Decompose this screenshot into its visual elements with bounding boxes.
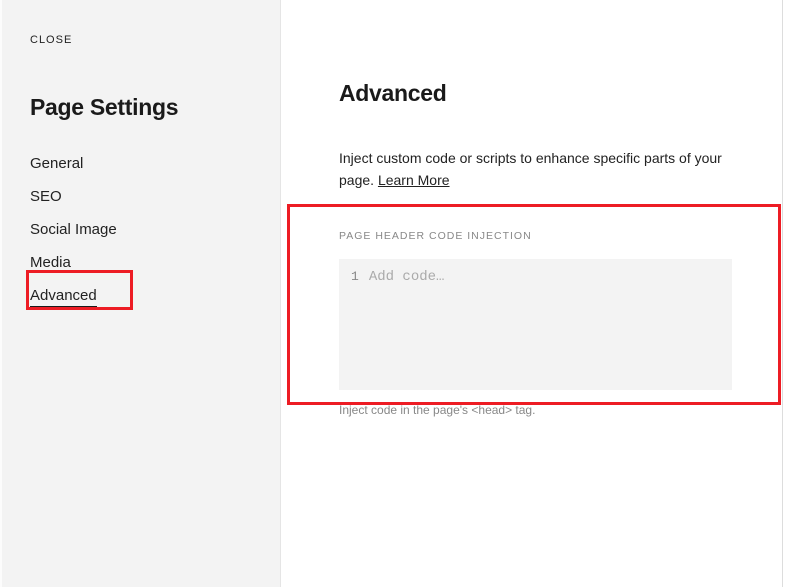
sidebar-item-advanced[interactable]: Advanced	[30, 287, 97, 307]
code-placeholder: Add code…	[369, 269, 445, 285]
sidebar-item-social-image[interactable]: Social Image	[30, 221, 117, 238]
sidebar-item-seo[interactable]: SEO	[30, 188, 62, 205]
main-title: Advanced	[339, 80, 753, 107]
main-description: Inject custom code or scripts to enhance…	[339, 147, 753, 192]
section-label: PAGE HEADER CODE INJECTION	[339, 230, 753, 242]
sidebar: CLOSE Page Settings General SEO Social I…	[0, 0, 281, 587]
helper-text: Inject code in the page's <head> tag.	[339, 403, 753, 417]
close-button[interactable]: CLOSE	[30, 34, 280, 46]
code-editor[interactable]: 1 Add code…	[339, 259, 732, 390]
sidebar-item-media[interactable]: Media	[30, 254, 71, 271]
sidebar-title: Page Settings	[30, 94, 280, 121]
learn-more-link[interactable]: Learn More	[378, 172, 450, 188]
main-panel: Advanced Inject custom code or scripts t…	[281, 0, 787, 587]
line-number: 1	[351, 269, 359, 284]
sidebar-item-general[interactable]: General	[30, 155, 83, 172]
